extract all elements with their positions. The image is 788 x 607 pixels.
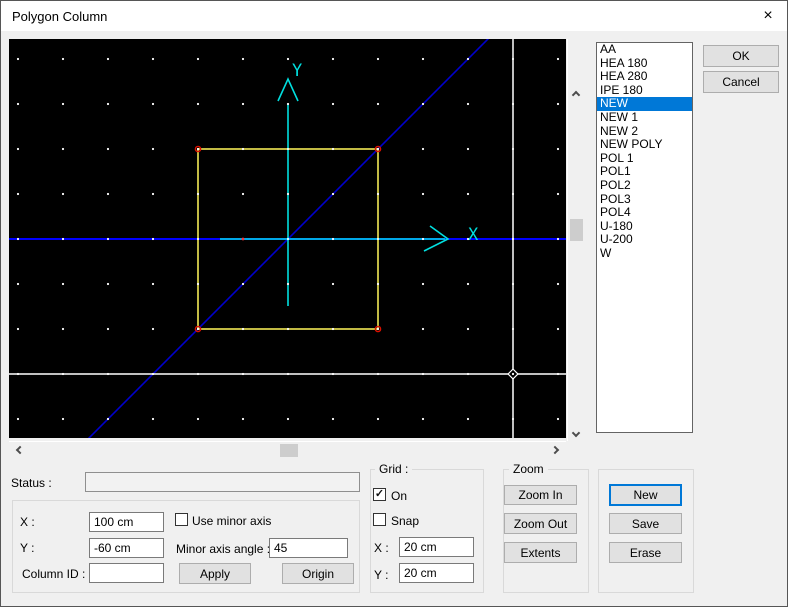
- scroll-down-icon[interactable]: [572, 429, 580, 437]
- horizontal-scrollbar-thumb[interactable]: [280, 444, 298, 457]
- grid-y-label: Y :: [374, 568, 388, 582]
- list-item[interactable]: AA: [597, 43, 692, 57]
- grid-on-checkbox[interactable]: [373, 488, 386, 501]
- polygon-column-dialog: Polygon Column × Y X: [0, 0, 788, 607]
- list-item[interactable]: IPE 180: [597, 84, 692, 98]
- extents-button[interactable]: Extents: [504, 542, 577, 563]
- zoom-out-button[interactable]: Zoom Out: [504, 513, 577, 534]
- grid-snap-label: Snap: [391, 514, 419, 528]
- axis-snap-point: [242, 238, 245, 241]
- point-x-input[interactable]: [89, 512, 164, 532]
- list-item[interactable]: HEA 180: [597, 57, 692, 71]
- erase-button[interactable]: Erase: [609, 542, 682, 563]
- apply-button[interactable]: Apply: [179, 563, 251, 584]
- use-minor-axis-checkbox[interactable]: [175, 513, 188, 526]
- grid-y-input[interactable]: [399, 563, 474, 583]
- titlebar: Polygon Column ×: [1, 1, 787, 31]
- list-item[interactable]: W: [597, 247, 692, 261]
- grid-x-input[interactable]: [399, 537, 474, 557]
- list-item[interactable]: POL4: [597, 206, 692, 220]
- status-label: Status :: [11, 476, 52, 490]
- drawing-canvas[interactable]: Y X: [9, 39, 566, 438]
- column-id-label: Column ID :: [22, 567, 85, 581]
- list-item[interactable]: NEW 1: [597, 111, 692, 125]
- list-item[interactable]: U-200: [597, 233, 692, 247]
- scroll-up-icon[interactable]: [572, 91, 580, 99]
- grid-snap-checkbox[interactable]: [373, 513, 386, 526]
- scroll-right-icon[interactable]: [551, 446, 559, 454]
- new-button[interactable]: New: [609, 484, 682, 506]
- minor-axis-angle-label: Minor axis angle :: [176, 542, 270, 556]
- point-x-label: X :: [20, 515, 35, 529]
- vertical-scrollbar[interactable]: [567, 39, 585, 441]
- list-item[interactable]: HEA 280: [597, 70, 692, 84]
- zoom-panel-title: Zoom: [509, 462, 548, 476]
- zoom-in-button[interactable]: Zoom In: [504, 485, 577, 505]
- horizontal-scrollbar[interactable]: [9, 441, 566, 458]
- list-item[interactable]: POL3: [597, 193, 692, 207]
- list-item[interactable]: POL1: [597, 165, 692, 179]
- list-item[interactable]: U-180: [597, 220, 692, 234]
- y-axis-label: Y: [292, 61, 302, 81]
- list-item[interactable]: POL2: [597, 179, 692, 193]
- y-axis: [278, 79, 298, 306]
- list-item[interactable]: NEW: [597, 97, 692, 111]
- section-listbox[interactable]: AAHEA 180HEA 280IPE 180NEWNEW 1NEW 2NEW …: [596, 42, 693, 433]
- grid-x-label: X :: [374, 541, 389, 555]
- x-axis: [220, 226, 448, 251]
- point-y-label: Y :: [20, 541, 34, 555]
- grid-panel-title: Grid :: [375, 462, 412, 476]
- ok-button[interactable]: OK: [703, 45, 779, 67]
- save-button[interactable]: Save: [609, 513, 682, 534]
- status-field: [85, 472, 360, 492]
- vertical-scrollbar-thumb[interactable]: [570, 219, 583, 241]
- grid-on-label: On: [391, 489, 407, 503]
- column-id-input[interactable]: [89, 563, 164, 583]
- x-axis-label: X: [468, 225, 479, 245]
- list-item[interactable]: POL 1: [597, 152, 692, 166]
- list-item[interactable]: NEW POLY: [597, 138, 692, 152]
- point-y-input[interactable]: [89, 538, 164, 558]
- list-item[interactable]: NEW 2: [597, 125, 692, 139]
- minor-axis-angle-input[interactable]: [269, 538, 348, 558]
- window-title: Polygon Column: [12, 9, 107, 24]
- origin-button[interactable]: Origin: [282, 563, 354, 584]
- use-minor-axis-label: Use minor axis: [192, 514, 271, 528]
- close-icon[interactable]: ×: [757, 5, 779, 27]
- scroll-left-icon[interactable]: [16, 446, 24, 454]
- cancel-button[interactable]: Cancel: [703, 71, 779, 93]
